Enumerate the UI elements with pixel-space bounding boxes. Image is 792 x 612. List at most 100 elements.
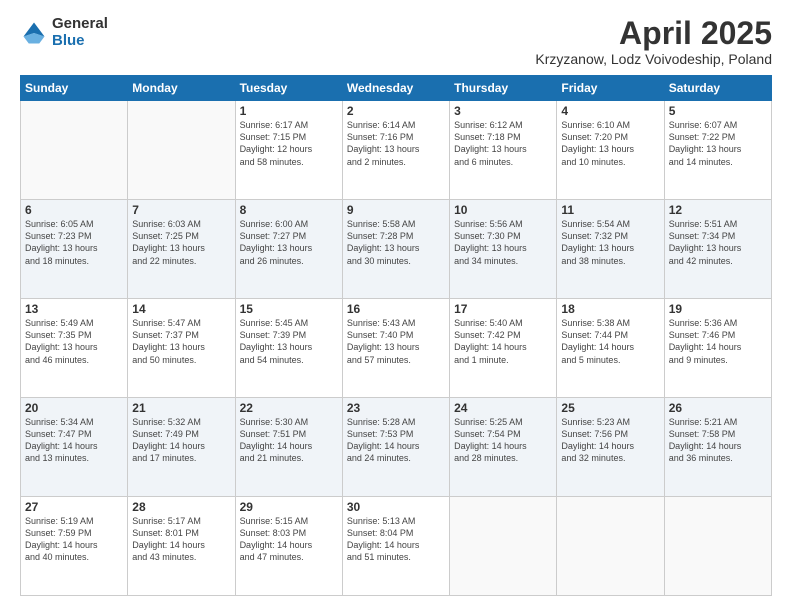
calendar-week-5: 27Sunrise: 5:19 AM Sunset: 7:59 PM Dayli…	[21, 497, 772, 596]
day-number: 17	[454, 302, 552, 316]
calendar-cell: 4Sunrise: 6:10 AM Sunset: 7:20 PM Daylig…	[557, 101, 664, 200]
calendar-cell: 2Sunrise: 6:14 AM Sunset: 7:16 PM Daylig…	[342, 101, 449, 200]
calendar-cell: 20Sunrise: 5:34 AM Sunset: 7:47 PM Dayli…	[21, 398, 128, 497]
day-info: Sunrise: 5:25 AM Sunset: 7:54 PM Dayligh…	[454, 416, 552, 465]
day-info: Sunrise: 5:51 AM Sunset: 7:34 PM Dayligh…	[669, 218, 767, 267]
page: General Blue April 2025 Krzyzanow, Lodz …	[0, 0, 792, 612]
calendar-cell	[664, 497, 771, 596]
day-info: Sunrise: 6:07 AM Sunset: 7:22 PM Dayligh…	[669, 119, 767, 168]
calendar-cell: 27Sunrise: 5:19 AM Sunset: 7:59 PM Dayli…	[21, 497, 128, 596]
day-info: Sunrise: 6:17 AM Sunset: 7:15 PM Dayligh…	[240, 119, 338, 168]
header-monday: Monday	[128, 76, 235, 101]
calendar-cell: 3Sunrise: 6:12 AM Sunset: 7:18 PM Daylig…	[450, 101, 557, 200]
header: General Blue April 2025 Krzyzanow, Lodz …	[20, 16, 772, 67]
logo-text: General Blue	[52, 16, 108, 49]
calendar-cell: 24Sunrise: 5:25 AM Sunset: 7:54 PM Dayli…	[450, 398, 557, 497]
day-number: 29	[240, 500, 338, 514]
calendar-cell: 15Sunrise: 5:45 AM Sunset: 7:39 PM Dayli…	[235, 299, 342, 398]
calendar-cell: 17Sunrise: 5:40 AM Sunset: 7:42 PM Dayli…	[450, 299, 557, 398]
day-number: 18	[561, 302, 659, 316]
day-info: Sunrise: 5:56 AM Sunset: 7:30 PM Dayligh…	[454, 218, 552, 267]
calendar-cell: 30Sunrise: 5:13 AM Sunset: 8:04 PM Dayli…	[342, 497, 449, 596]
header-sunday: Sunday	[21, 76, 128, 101]
day-info: Sunrise: 5:28 AM Sunset: 7:53 PM Dayligh…	[347, 416, 445, 465]
calendar-cell: 7Sunrise: 6:03 AM Sunset: 7:25 PM Daylig…	[128, 200, 235, 299]
calendar-cell: 12Sunrise: 5:51 AM Sunset: 7:34 PM Dayli…	[664, 200, 771, 299]
day-info: Sunrise: 5:38 AM Sunset: 7:44 PM Dayligh…	[561, 317, 659, 366]
calendar-cell: 14Sunrise: 5:47 AM Sunset: 7:37 PM Dayli…	[128, 299, 235, 398]
day-info: Sunrise: 6:05 AM Sunset: 7:23 PM Dayligh…	[25, 218, 123, 267]
day-info: Sunrise: 6:00 AM Sunset: 7:27 PM Dayligh…	[240, 218, 338, 267]
day-number: 6	[25, 203, 123, 217]
calendar-cell: 13Sunrise: 5:49 AM Sunset: 7:35 PM Dayli…	[21, 299, 128, 398]
day-number: 26	[669, 401, 767, 415]
logo-blue-text: Blue	[52, 33, 108, 50]
day-number: 22	[240, 401, 338, 415]
day-info: Sunrise: 5:32 AM Sunset: 7:49 PM Dayligh…	[132, 416, 230, 465]
logo: General Blue	[20, 16, 108, 49]
calendar-week-3: 13Sunrise: 5:49 AM Sunset: 7:35 PM Dayli…	[21, 299, 772, 398]
calendar-cell	[450, 497, 557, 596]
title-area: April 2025 Krzyzanow, Lodz Voivodeship, …	[535, 16, 772, 67]
day-info: Sunrise: 5:49 AM Sunset: 7:35 PM Dayligh…	[25, 317, 123, 366]
header-thursday: Thursday	[450, 76, 557, 101]
day-info: Sunrise: 5:54 AM Sunset: 7:32 PM Dayligh…	[561, 218, 659, 267]
calendar-week-4: 20Sunrise: 5:34 AM Sunset: 7:47 PM Dayli…	[21, 398, 772, 497]
calendar-cell: 18Sunrise: 5:38 AM Sunset: 7:44 PM Dayli…	[557, 299, 664, 398]
calendar-cell: 9Sunrise: 5:58 AM Sunset: 7:28 PM Daylig…	[342, 200, 449, 299]
day-number: 25	[561, 401, 659, 415]
day-info: Sunrise: 5:15 AM Sunset: 8:03 PM Dayligh…	[240, 515, 338, 564]
day-number: 8	[240, 203, 338, 217]
calendar-cell: 6Sunrise: 6:05 AM Sunset: 7:23 PM Daylig…	[21, 200, 128, 299]
calendar-cell	[21, 101, 128, 200]
header-tuesday: Tuesday	[235, 76, 342, 101]
day-info: Sunrise: 5:36 AM Sunset: 7:46 PM Dayligh…	[669, 317, 767, 366]
header-wednesday: Wednesday	[342, 76, 449, 101]
day-number: 11	[561, 203, 659, 217]
day-number: 7	[132, 203, 230, 217]
calendar-cell: 23Sunrise: 5:28 AM Sunset: 7:53 PM Dayli…	[342, 398, 449, 497]
day-info: Sunrise: 5:47 AM Sunset: 7:37 PM Dayligh…	[132, 317, 230, 366]
day-info: Sunrise: 6:14 AM Sunset: 7:16 PM Dayligh…	[347, 119, 445, 168]
header-friday: Friday	[557, 76, 664, 101]
calendar-cell	[128, 101, 235, 200]
calendar-cell: 10Sunrise: 5:56 AM Sunset: 7:30 PM Dayli…	[450, 200, 557, 299]
day-info: Sunrise: 5:58 AM Sunset: 7:28 PM Dayligh…	[347, 218, 445, 267]
day-number: 10	[454, 203, 552, 217]
calendar-cell: 19Sunrise: 5:36 AM Sunset: 7:46 PM Dayli…	[664, 299, 771, 398]
day-info: Sunrise: 5:23 AM Sunset: 7:56 PM Dayligh…	[561, 416, 659, 465]
calendar-cell: 21Sunrise: 5:32 AM Sunset: 7:49 PM Dayli…	[128, 398, 235, 497]
calendar-cell: 8Sunrise: 6:00 AM Sunset: 7:27 PM Daylig…	[235, 200, 342, 299]
day-info: Sunrise: 5:40 AM Sunset: 7:42 PM Dayligh…	[454, 317, 552, 366]
calendar-cell: 28Sunrise: 5:17 AM Sunset: 8:01 PM Dayli…	[128, 497, 235, 596]
day-number: 12	[669, 203, 767, 217]
logo-general-text: General	[52, 16, 108, 33]
day-number: 19	[669, 302, 767, 316]
day-number: 30	[347, 500, 445, 514]
logo-icon	[20, 19, 48, 47]
day-info: Sunrise: 5:45 AM Sunset: 7:39 PM Dayligh…	[240, 317, 338, 366]
calendar-cell: 22Sunrise: 5:30 AM Sunset: 7:51 PM Dayli…	[235, 398, 342, 497]
day-number: 27	[25, 500, 123, 514]
day-info: Sunrise: 6:03 AM Sunset: 7:25 PM Dayligh…	[132, 218, 230, 267]
calendar-cell	[557, 497, 664, 596]
calendar-body: 1Sunrise: 6:17 AM Sunset: 7:15 PM Daylig…	[21, 101, 772, 596]
day-info: Sunrise: 6:12 AM Sunset: 7:18 PM Dayligh…	[454, 119, 552, 168]
day-info: Sunrise: 5:13 AM Sunset: 8:04 PM Dayligh…	[347, 515, 445, 564]
day-number: 16	[347, 302, 445, 316]
calendar-week-1: 1Sunrise: 6:17 AM Sunset: 7:15 PM Daylig…	[21, 101, 772, 200]
day-number: 14	[132, 302, 230, 316]
day-info: Sunrise: 5:19 AM Sunset: 7:59 PM Dayligh…	[25, 515, 123, 564]
calendar-cell: 29Sunrise: 5:15 AM Sunset: 8:03 PM Dayli…	[235, 497, 342, 596]
calendar-cell: 1Sunrise: 6:17 AM Sunset: 7:15 PM Daylig…	[235, 101, 342, 200]
day-number: 2	[347, 104, 445, 118]
header-saturday: Saturday	[664, 76, 771, 101]
day-info: Sunrise: 6:10 AM Sunset: 7:20 PM Dayligh…	[561, 119, 659, 168]
day-number: 28	[132, 500, 230, 514]
calendar-header: Sunday Monday Tuesday Wednesday Thursday…	[21, 76, 772, 101]
header-row: Sunday Monday Tuesday Wednesday Thursday…	[21, 76, 772, 101]
day-number: 9	[347, 203, 445, 217]
calendar-cell: 25Sunrise: 5:23 AM Sunset: 7:56 PM Dayli…	[557, 398, 664, 497]
day-number: 24	[454, 401, 552, 415]
location: Krzyzanow, Lodz Voivodeship, Poland	[535, 51, 772, 67]
